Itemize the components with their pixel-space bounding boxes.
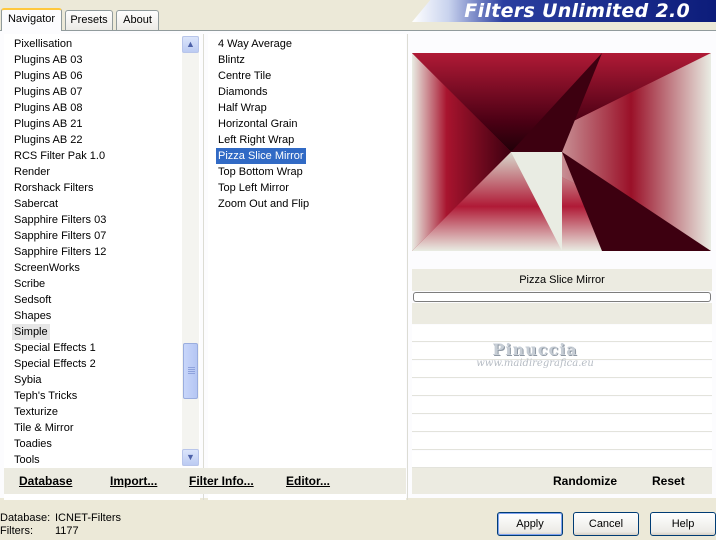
cancel-button[interactable]: Cancel: [573, 512, 639, 536]
category-item[interactable]: Plugins AB 03: [12, 52, 85, 68]
category-item[interactable]: Sapphire Filters 03: [12, 212, 108, 228]
watermark-url: www.maidiregrafica.eu: [476, 358, 594, 369]
category-item[interactable]: Sedsoft: [12, 292, 53, 308]
filter-item[interactable]: Diamonds: [216, 84, 270, 100]
category-item[interactable]: Sabercat: [12, 196, 60, 212]
category-item[interactable]: Shapes: [12, 308, 53, 324]
parameter-row[interactable]: [412, 451, 712, 468]
reset-button[interactable]: Reset: [652, 474, 685, 488]
filters-count-label: Filters:: [0, 525, 33, 537]
preview-image: [412, 53, 711, 251]
category-item[interactable]: Pixellisation: [12, 36, 74, 52]
filter-item[interactable]: Centre Tile: [216, 68, 273, 84]
filter-item[interactable]: Pizza Slice Mirror: [216, 148, 306, 164]
chevron-up-icon: ▲: [186, 39, 195, 49]
filter-item[interactable]: Horizontal Grain: [216, 116, 299, 132]
filter-item[interactable]: Left Right Wrap: [216, 132, 296, 148]
app-title: Filters Unlimited 2.0: [464, 0, 690, 22]
category-item[interactable]: Plugins AB 08: [12, 100, 85, 116]
panel-divider: [407, 34, 408, 500]
randomize-button[interactable]: Randomize: [553, 474, 617, 488]
parameter-header: [412, 303, 712, 324]
tab-presets[interactable]: Presets: [65, 10, 113, 30]
filter-item[interactable]: Top Bottom Wrap: [216, 164, 305, 180]
parameter-row[interactable]: [412, 397, 712, 414]
scroll-up-button[interactable]: ▲: [182, 36, 199, 53]
filter-list[interactable]: 4 Way Average Blintz Centre Tile Diamonds Ha…: [208, 34, 406, 500]
category-item[interactable]: Render: [12, 164, 52, 180]
category-item[interactable]: Sybia: [12, 372, 44, 388]
category-scrollbar[interactable]: ▲ ▼: [182, 36, 199, 466]
category-item[interactable]: Plugins AB 21: [12, 116, 85, 132]
import-link[interactable]: Import...: [110, 474, 157, 488]
chevron-down-icon: ▼: [186, 452, 195, 462]
category-item[interactable]: Rorshack Filters: [12, 180, 95, 196]
watermark-name: Pinuccia: [492, 340, 578, 359]
category-item[interactable]: Simple: [12, 324, 50, 340]
category-list[interactable]: Pixellisation Plugins AB 03 Plugins AB 06 P…: [4, 34, 200, 500]
category-item[interactable]: Special Effects 2: [12, 356, 98, 372]
filter-item[interactable]: 4 Way Average: [216, 36, 294, 52]
list-divider: [203, 34, 204, 500]
scroll-thumb[interactable]: [183, 343, 198, 399]
database-value: ICNET-Filters: [55, 512, 121, 524]
database-label: Database:: [0, 512, 51, 524]
progress-bar: [413, 292, 711, 302]
category-item[interactable]: Sapphire Filters 07: [12, 228, 108, 244]
category-item[interactable]: Special Effects 1: [12, 340, 98, 356]
category-item[interactable]: ScreenWorks: [12, 260, 82, 276]
filter-info-link[interactable]: Filter Info...: [189, 474, 254, 488]
parameter-row[interactable]: [412, 433, 712, 450]
category-item[interactable]: Plugins AB 06: [12, 68, 85, 84]
filter-item[interactable]: Zoom Out and Flip: [216, 196, 311, 212]
filters-count-value: 1177: [55, 525, 79, 537]
scroll-down-button[interactable]: ▼: [182, 449, 199, 466]
category-item[interactable]: Plugins AB 07: [12, 84, 85, 100]
category-item[interactable]: Scribe: [12, 276, 47, 292]
filter-item[interactable]: Top Left Mirror: [216, 180, 291, 196]
category-item[interactable]: Texturize: [12, 404, 60, 420]
editor-link[interactable]: Editor...: [286, 474, 330, 488]
category-item[interactable]: Tools: [12, 452, 42, 468]
category-item[interactable]: Sapphire Filters 12: [12, 244, 108, 260]
category-item[interactable]: Teph's Tricks: [12, 388, 79, 404]
category-item[interactable]: RCS Filter Pak 1.0: [12, 148, 107, 164]
apply-button[interactable]: Apply: [497, 512, 563, 536]
parameter-row[interactable]: [412, 379, 712, 396]
help-button[interactable]: Help: [650, 512, 716, 536]
watermark: Pinuccia www.maidiregrafica.eu: [470, 340, 600, 369]
category-item[interactable]: Toadies: [12, 436, 54, 452]
filter-item[interactable]: Half Wrap: [216, 100, 269, 116]
tab-about[interactable]: About: [116, 10, 159, 30]
category-item[interactable]: Plugins AB 22: [12, 132, 85, 148]
parameter-row[interactable]: [412, 415, 712, 432]
database-link[interactable]: Database: [19, 474, 72, 488]
tab-navigator[interactable]: Navigator: [1, 8, 62, 31]
category-item[interactable]: Tile & Mirror: [12, 420, 75, 436]
filter-name-label: Pizza Slice Mirror: [412, 269, 712, 291]
filter-item[interactable]: Blintz: [216, 52, 247, 68]
